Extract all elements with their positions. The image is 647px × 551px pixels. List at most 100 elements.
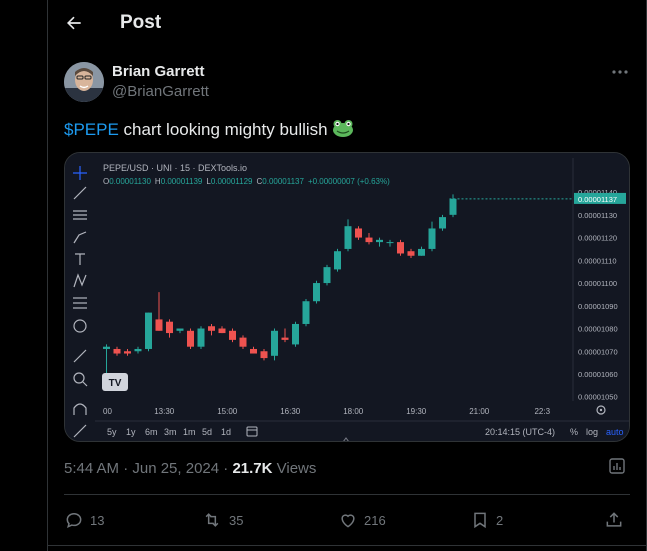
candle-body bbox=[386, 242, 394, 244]
bookmark-count: 2 bbox=[496, 512, 504, 528]
candle bbox=[302, 298, 310, 327]
y-tick-label: 0.00001080 bbox=[578, 325, 618, 334]
candle-body bbox=[103, 346, 110, 349]
x-tick-label: 16:30 bbox=[280, 407, 301, 416]
x-tick-label: 19:30 bbox=[406, 407, 427, 416]
candle-body bbox=[355, 228, 362, 238]
bookmark-icon bbox=[474, 512, 486, 529]
y-tick-label: 0.00001100 bbox=[578, 279, 617, 288]
candlestick-chart: PEPE/USD · UNI · 15 · DEXTools.io O0.000… bbox=[65, 153, 629, 441]
page-title: Post bbox=[120, 12, 162, 33]
timeframe-1d[interactable]: 1d bbox=[221, 427, 231, 437]
ohlc-change: +0.00000007 (+0.63%) bbox=[308, 177, 390, 186]
timeframe-6m[interactable]: 6m bbox=[145, 427, 158, 437]
share-icon bbox=[606, 512, 622, 527]
candle-body bbox=[376, 239, 383, 243]
candle-body bbox=[292, 323, 299, 345]
candle bbox=[197, 326, 205, 349]
log-toggle[interactable]: log bbox=[586, 427, 598, 437]
x-tick-label: 18:00 bbox=[343, 407, 364, 416]
candle bbox=[271, 328, 278, 361]
percent-toggle[interactable]: % bbox=[570, 427, 578, 437]
ohlc-l-value: 0.00001129 bbox=[211, 177, 253, 186]
candle-body bbox=[218, 328, 226, 334]
reply-icon bbox=[66, 512, 82, 528]
candle-body bbox=[397, 242, 404, 254]
candle-body bbox=[208, 326, 215, 331]
svg-text:TV: TV bbox=[109, 378, 122, 389]
timeframe-1m[interactable]: 1m bbox=[183, 427, 196, 437]
x-tick-label: 21:00 bbox=[469, 407, 490, 416]
candle-body bbox=[334, 251, 341, 270]
timeframe-5d[interactable]: 5d bbox=[202, 427, 212, 437]
divider bbox=[48, 545, 646, 546]
timestamp[interactable]: 5:44 AM · Jun 25, 2024 · bbox=[64, 460, 232, 477]
candle-body bbox=[113, 348, 121, 354]
main-column: Post Brian Garrett @BrianGarrett $PEPE c… bbox=[47, 0, 647, 551]
candle-body bbox=[176, 328, 184, 331]
x-tick-label: 22:3 bbox=[534, 407, 550, 416]
reply-count: 13 bbox=[90, 512, 105, 528]
candle-body bbox=[134, 348, 142, 352]
analytics-icon[interactable] bbox=[608, 457, 628, 477]
share-button[interactable] bbox=[604, 508, 630, 532]
tweet-meta: 5:44 AM · Jun 25, 2024 · 21.7K Views bbox=[64, 460, 316, 477]
candle-body bbox=[428, 228, 436, 249]
timeframe-3m[interactable]: 3m bbox=[164, 427, 177, 437]
timeframe-1y[interactable]: 1y bbox=[126, 427, 136, 437]
candle-body bbox=[187, 330, 194, 347]
author-name[interactable]: Brian Garrett bbox=[112, 63, 205, 80]
candle bbox=[292, 321, 299, 347]
candle bbox=[397, 239, 404, 256]
repost-button[interactable]: 35 bbox=[201, 508, 243, 532]
divider bbox=[64, 494, 630, 495]
like-count: 216 bbox=[364, 512, 386, 528]
repost-icon bbox=[205, 513, 219, 527]
candle-body bbox=[302, 301, 310, 324]
candle-body bbox=[313, 283, 320, 302]
y-tick-label: 0.00001060 bbox=[578, 370, 618, 379]
chart-title: PEPE/USD · UNI · 15 · DEXTools.io bbox=[103, 163, 247, 173]
avatar[interactable] bbox=[64, 62, 104, 102]
author-handle[interactable]: @BrianGarrett bbox=[112, 83, 209, 100]
action-bar: 13 35 216 2 bbox=[64, 508, 630, 532]
y-tick-label: 0.00001110 bbox=[578, 256, 617, 265]
like-button[interactable]: 216 bbox=[338, 508, 386, 532]
last-price-label: 0.00001137 bbox=[578, 195, 617, 204]
candle bbox=[313, 280, 320, 304]
y-tick-label: 0.00001050 bbox=[578, 393, 618, 402]
candle-body bbox=[260, 351, 268, 359]
candle bbox=[187, 328, 194, 349]
y-tick-label: 0.00001120 bbox=[578, 234, 617, 243]
chart-image[interactable]: PEPE/USD · UNI · 15 · DEXTools.io O0.000… bbox=[64, 152, 630, 442]
candle-body bbox=[271, 330, 278, 356]
candle-body bbox=[439, 217, 446, 229]
candle-body bbox=[239, 337, 247, 347]
candle-body bbox=[229, 330, 236, 340]
y-tick-label: 0.00001090 bbox=[578, 302, 618, 311]
ohlc-c-value: 0.00001137 bbox=[262, 177, 304, 186]
candle-body bbox=[124, 351, 131, 354]
reply-button[interactable]: 13 bbox=[64, 508, 104, 532]
candle bbox=[145, 312, 152, 352]
candle-body bbox=[365, 237, 373, 243]
tweet-text: $PEPE chart looking mighty bullish bbox=[64, 118, 354, 140]
candle-body bbox=[145, 312, 152, 349]
svg-text:O0.00001130H0.00001139L0.00001: O0.00001130 H0.00001139 L0.00001129 C0.0000… bbox=[103, 177, 390, 186]
bookmark-button[interactable]: 2 bbox=[470, 508, 503, 532]
candle-body bbox=[281, 337, 289, 340]
tradingview-logo[interactable]: TV bbox=[102, 373, 128, 391]
header-bar: Post bbox=[48, 0, 646, 48]
cashtag-link[interactable]: $PEPE bbox=[64, 120, 119, 139]
views-label: Views bbox=[272, 460, 317, 477]
x-tick-label: 00 bbox=[103, 407, 112, 416]
timeframe-5y[interactable]: 5y bbox=[107, 427, 117, 437]
candle-body bbox=[407, 251, 415, 256]
auto-toggle[interactable]: auto bbox=[606, 427, 624, 437]
clock-readout: 20:14:15 (UTC-4) bbox=[485, 427, 555, 437]
tweet-body: chart looking mighty bullish bbox=[118, 120, 328, 139]
ohlc-legend: O0.00001130 H0.00001139 L0.00001129 C0.0000… bbox=[103, 177, 390, 186]
more-options-icon[interactable] bbox=[610, 64, 630, 80]
ohlc-h-value: 0.00001139 bbox=[161, 177, 203, 186]
arrow-left-icon[interactable] bbox=[64, 13, 84, 33]
